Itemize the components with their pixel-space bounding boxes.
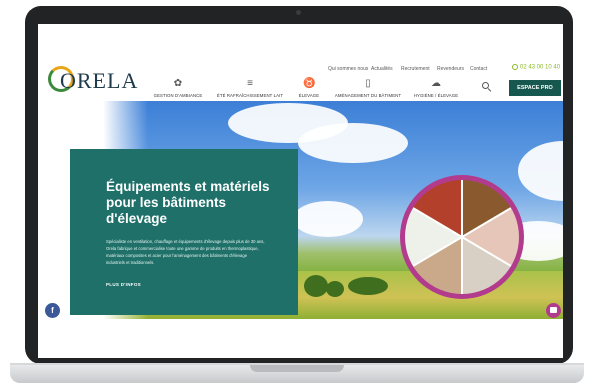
- nav-item-hygiene[interactable]: ☁ HYGIÈNE / ÉLEVAGE: [391, 78, 481, 98]
- orela-logo[interactable]: ORELA: [46, 64, 137, 98]
- building-icon: ▯: [365, 78, 371, 89]
- search-icon[interactable]: [482, 82, 492, 92]
- facebook-icon[interactable]: f: [45, 303, 60, 318]
- animals-photo: [405, 180, 519, 294]
- phone-icon: [512, 64, 518, 70]
- cloud: [518, 141, 563, 201]
- fan-icon: ✿: [173, 78, 183, 89]
- cloud: [298, 123, 408, 163]
- tree: [326, 281, 344, 297]
- utility-link-resellers[interactable]: Revendeurs: [437, 66, 464, 72]
- browser-screen: ORELA Qui sommes nous Actualités Recrute…: [38, 24, 563, 358]
- hero-panel: Équipements et matériels pour les bâtime…: [70, 149, 298, 315]
- animals-collage: [400, 175, 524, 299]
- hero-title: Équipements et matériels pour les bâtime…: [106, 179, 270, 226]
- laptop-notch: [250, 365, 344, 372]
- tree: [304, 275, 328, 297]
- phone-number[interactable]: 02 43 00 10 40: [512, 64, 560, 71]
- chat-icon[interactable]: [546, 303, 561, 318]
- utility-link-about[interactable]: Qui sommes nous: [328, 66, 368, 72]
- cooling-icon: ≡: [247, 78, 253, 89]
- collage-dividers: [412, 180, 512, 294]
- hero-description: Spécialiste en ventilation, chauffage et…: [106, 239, 265, 265]
- cloud: [293, 201, 363, 237]
- hygiene-icon: ☁: [431, 78, 441, 89]
- utility-link-contact[interactable]: Contact: [470, 66, 487, 72]
- livestock-icon: ♉: [303, 78, 316, 89]
- phone-text: 02 43 00 10 40: [520, 64, 561, 71]
- espace-pro-button[interactable]: ESPACE PRO: [509, 80, 561, 96]
- more-info-link[interactable]: PLUS D'INFOS: [106, 282, 141, 287]
- nav-label: HYGIÈNE / ÉLEVAGE: [413, 93, 459, 98]
- utility-link-news[interactable]: Actualités: [371, 66, 393, 72]
- tree: [348, 277, 388, 295]
- utility-link-jobs[interactable]: Recrutement: [401, 66, 430, 72]
- logo-text: ORELA: [60, 68, 139, 93]
- webcam: [296, 10, 301, 15]
